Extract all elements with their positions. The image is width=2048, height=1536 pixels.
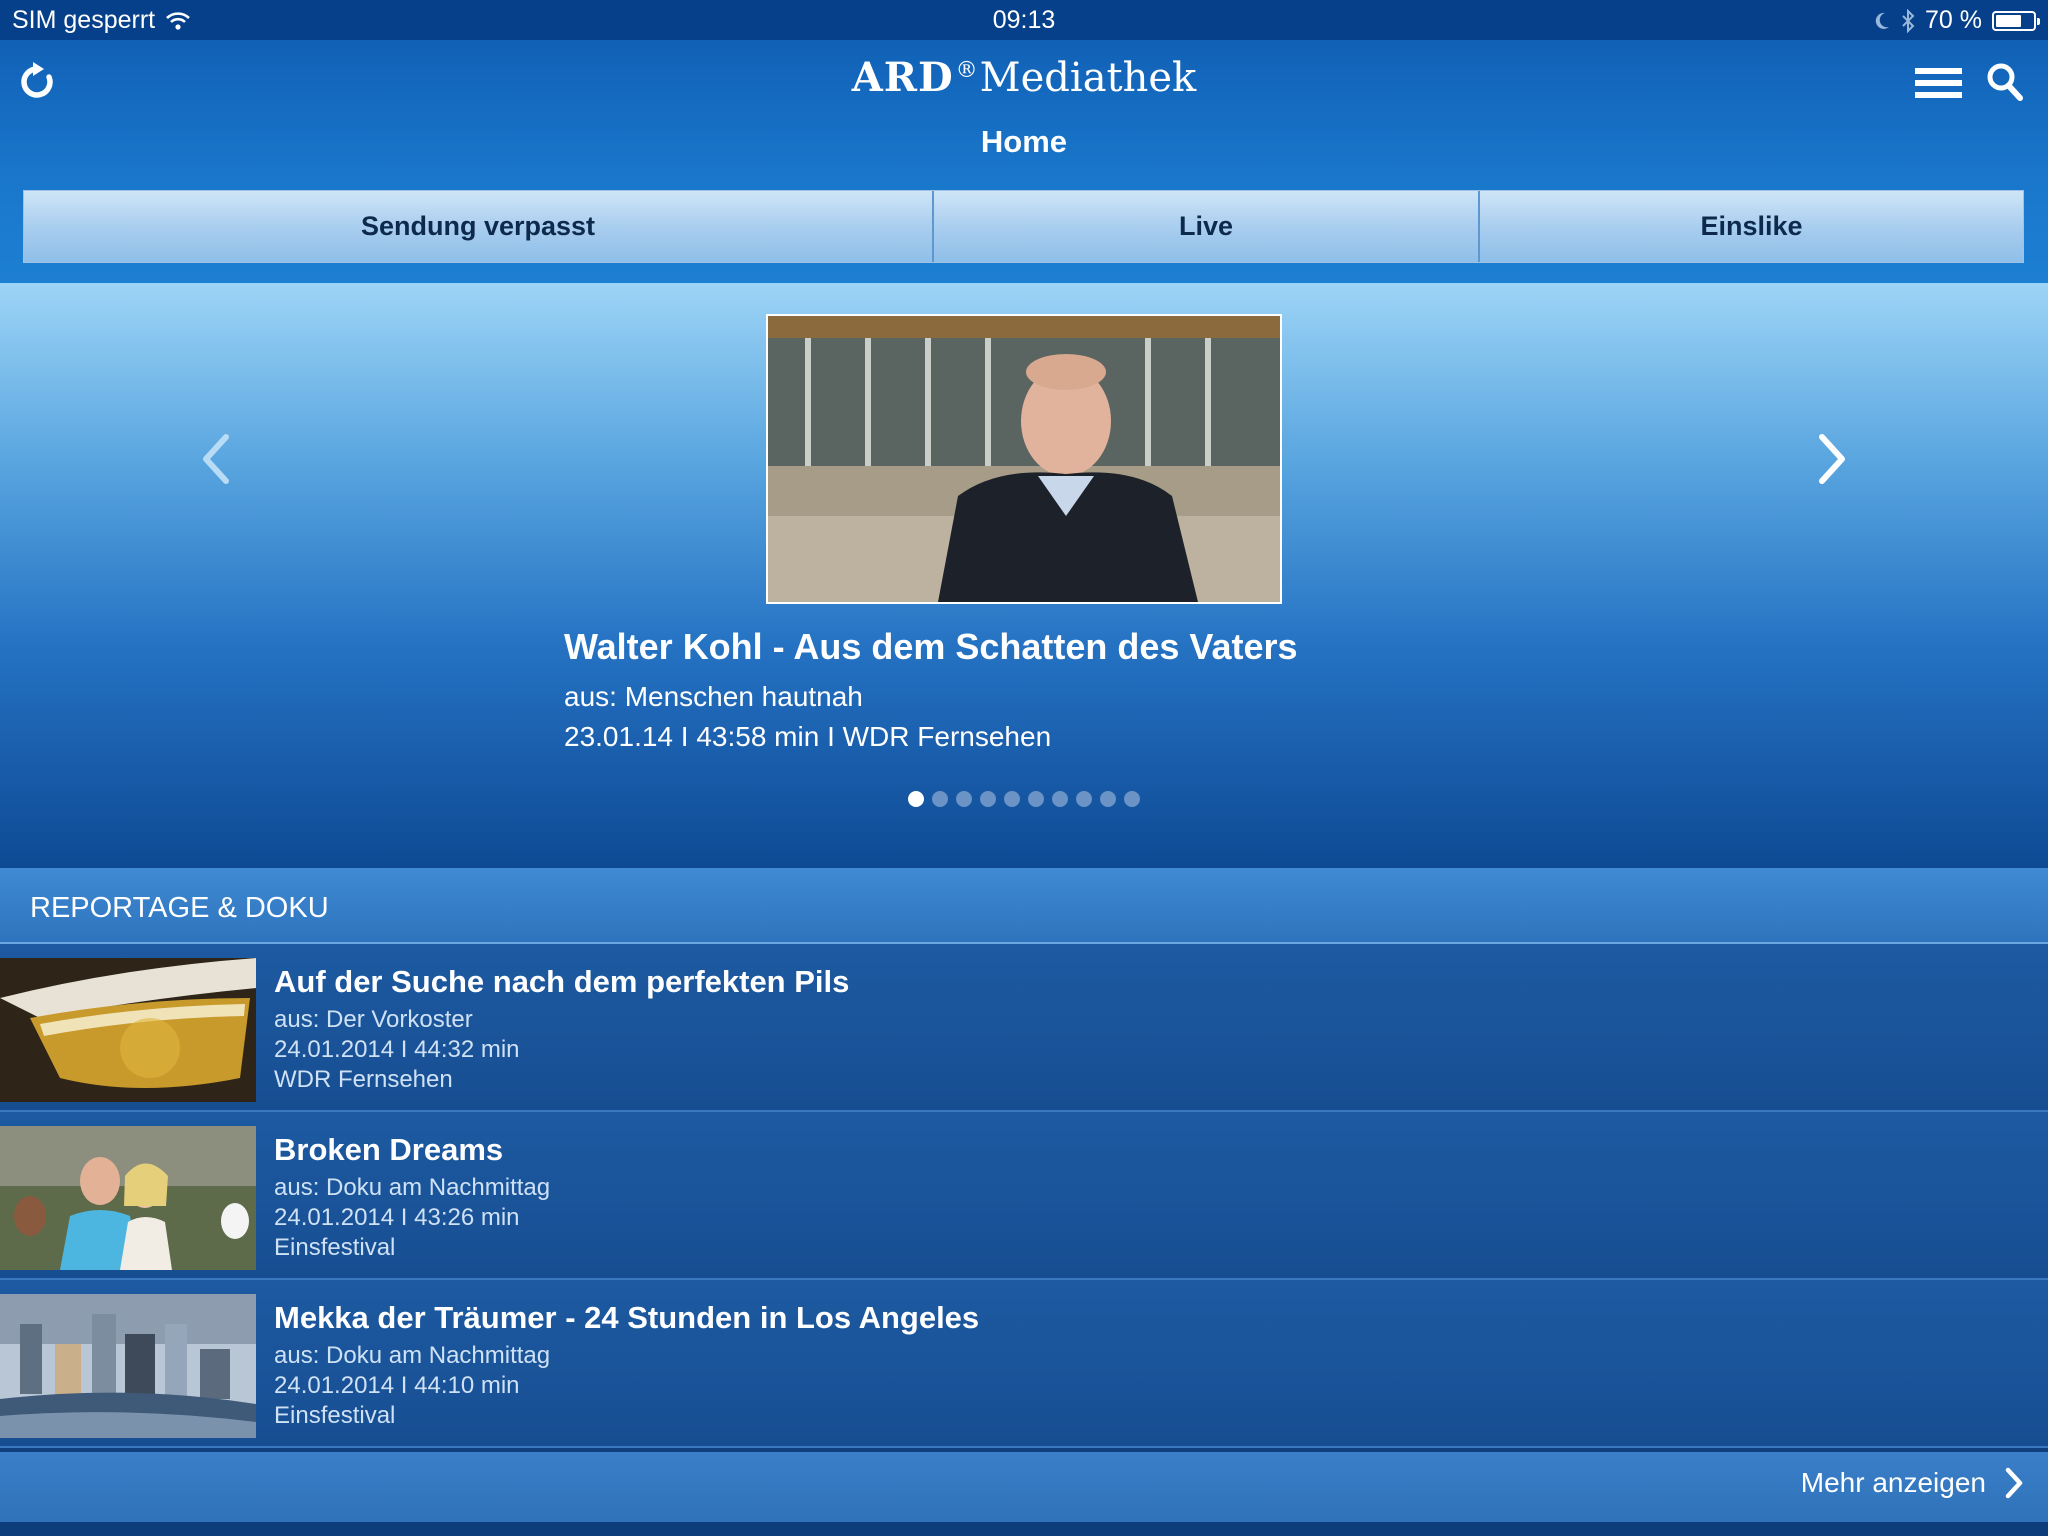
item-meta: 24.01.2014 I 44:32 min: [274, 1036, 520, 1063]
logo-ard: ARD: [851, 54, 954, 101]
featured-carousel: Walter Kohl - Aus dem Schatten des Vater…: [0, 283, 2048, 868]
moon-icon: [1875, 12, 1890, 29]
ard-mediathek-logo: ARD®Mediathek: [0, 54, 2048, 101]
more-button[interactable]: Mehr anzeigen: [1801, 1466, 2024, 1500]
carousel-dot[interactable]: [980, 791, 996, 807]
list-item[interactable]: Auf der Suche nach dem perfekten Pils au…: [0, 944, 2048, 1112]
item-series: aus: Der Vorkoster: [274, 1006, 473, 1033]
status-bar: SIM gesperrt 09:13 70 %: [0, 0, 2048, 40]
carousel-dot[interactable]: [1076, 791, 1092, 807]
chevron-left-icon[interactable]: [196, 429, 236, 489]
item-channel: Einsfestival: [274, 1234, 396, 1261]
menu-icon[interactable]: [1914, 60, 1964, 104]
carousel-dot[interactable]: [1004, 791, 1020, 807]
list-item[interactable]: Broken Dreams aus: Doku am Nachmittag 24…: [0, 1112, 2048, 1280]
app-header: ARD®Mediathek Home Sendung verpasst Live…: [0, 40, 2048, 283]
tab-sendung-verpasst[interactable]: Sendung verpasst: [24, 191, 934, 262]
carousel-dot[interactable]: [1052, 791, 1068, 807]
item-series: aus: Doku am Nachmittag: [274, 1342, 551, 1369]
item-meta: 24.01.2014 I 44:10 min: [274, 1372, 520, 1399]
carousel-dot[interactable]: [1028, 791, 1044, 807]
page-title: Home: [980, 124, 1068, 159]
item-meta: 24.01.2014 I 43:26 min: [274, 1204, 520, 1231]
tab-einslike[interactable]: Einslike: [1480, 191, 2023, 262]
status-right: 70 %: [1873, 6, 2040, 35]
featured-meta: 23.01.14 I 43:58 min I WDR Fernsehen: [564, 721, 1052, 752]
list-item[interactable]: Mekka der Träumer - 24 Stunden in Los An…: [0, 1280, 2048, 1448]
item-channel: Einsfestival: [274, 1402, 396, 1429]
logo-mark: ®: [955, 57, 978, 83]
featured-photo: [768, 316, 1280, 602]
more-label: Mehr anzeigen: [1800, 1467, 1986, 1498]
battery-percent: 70 %: [1925, 6, 1982, 34]
carousel-dot[interactable]: [1124, 791, 1140, 807]
bluetooth-icon: [1902, 8, 1915, 33]
item-title[interactable]: Broken Dreams: [274, 1132, 503, 1168]
thumbnail-city: [0, 1294, 256, 1438]
section-title: REPORTAGE & DOKU: [30, 892, 329, 924]
featured-image[interactable]: [766, 314, 1282, 604]
search-icon[interactable]: [1984, 60, 2026, 104]
item-channel: WDR Fernsehen: [274, 1066, 453, 1093]
carousel-dot[interactable]: [1100, 791, 1116, 807]
section-header: REPORTAGE & DOKU: [0, 868, 2048, 944]
status-time: 09:13: [992, 6, 1056, 34]
bottom-strip: [0, 1522, 2048, 1536]
carousel-dot[interactable]: [908, 791, 924, 807]
thumbnail-people: [0, 1126, 256, 1270]
carousel-pagination: [908, 791, 1140, 807]
video-list: Auf der Suche nach dem perfekten Pils au…: [0, 944, 2048, 1448]
more-bar: Mehr anzeigen: [0, 1452, 2048, 1522]
thumbnail-beer: [0, 958, 256, 1102]
logo-mediathek: Mediathek: [979, 55, 1197, 101]
battery-icon: [1992, 10, 2040, 31]
featured-title[interactable]: Walter Kohl - Aus dem Schatten des Vater…: [564, 626, 1298, 668]
carousel-dot[interactable]: [932, 791, 948, 807]
chevron-right-icon: [2005, 1467, 2023, 1499]
chevron-right-icon[interactable]: [1812, 429, 1852, 489]
tab-bar: Sendung verpasst Live Einslike: [23, 190, 2024, 263]
battery-fill: [1996, 14, 2022, 27]
tab-live[interactable]: Live: [934, 191, 1480, 262]
item-title[interactable]: Mekka der Träumer - 24 Stunden in Los An…: [274, 1300, 979, 1336]
featured-series: aus: Menschen hautnah: [564, 681, 863, 712]
item-series: aus: Doku am Nachmittag: [274, 1174, 551, 1201]
item-title[interactable]: Auf der Suche nach dem perfekten Pils: [274, 964, 849, 1000]
carousel-dot[interactable]: [956, 791, 972, 807]
